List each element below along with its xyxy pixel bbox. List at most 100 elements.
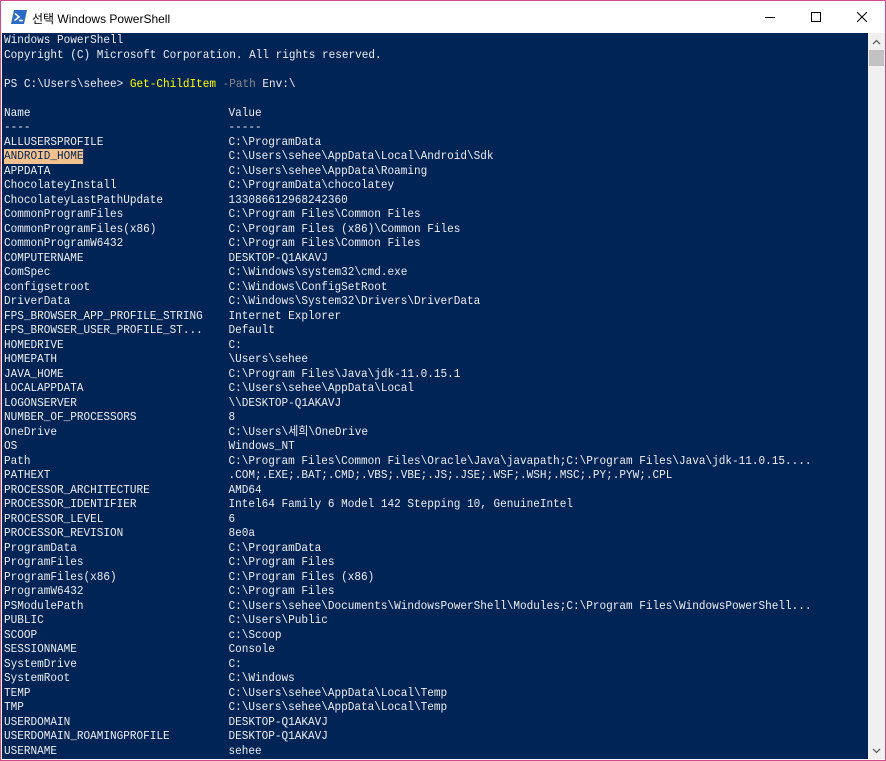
env-var-value: C:\Program Files\Java\jdk-11.0.15.1 <box>228 366 461 381</box>
env-var-row: ChocolateyLastPathUpdate 1330866129682423… <box>4 193 382 208</box>
maximize-icon <box>811 12 821 22</box>
env-var-name: ProgramData <box>4 540 77 555</box>
env-var-row: CommonProgramFiles C:\Program Files\Commo… <box>4 207 421 222</box>
parameter-text: -Path <box>222 76 256 91</box>
env-var-name: ProgramW6432 <box>4 584 84 598</box>
env-var-name: USERDOMAIN_ROAMINGPROFILE <box>4 729 170 743</box>
env-var-name: OS <box>4 439 18 453</box>
env-var-name: Path <box>4 453 31 468</box>
title-bar[interactable]: 선택 Windows PowerShell <box>1 1 885 33</box>
env-var-value: 133086612968242360 <box>228 192 348 207</box>
env-var-name: JAVA_HOME <box>4 366 64 381</box>
env-var-name: NUMBER_OF_PROCESSORS <box>4 410 137 424</box>
env-var-value: 8 <box>228 410 236 424</box>
powershell-icon <box>11 10 27 24</box>
command-text: Get-ChildItem <box>129 76 217 91</box>
env-var-name: PATHEXT <box>4 468 51 482</box>
env-var-name: ProgramFiles <box>4 555 84 569</box>
env-var-value: C: <box>228 337 242 352</box>
window-title: 선택 Windows PowerShell <box>32 12 171 26</box>
env-var-row: TEMP C:\Users\sehee\AppData\Local\Temp <box>4 685 447 701</box>
chevron-down-icon <box>872 748 881 753</box>
env-var-name: USERNAME <box>4 743 58 758</box>
close-icon <box>857 12 867 22</box>
env-var-row: PROCESSOR_REVISION 8e0a <box>4 526 382 541</box>
env-var-row: COMPUTERNAME DESKTOP-Q1AKAVJ <box>4 251 382 266</box>
env-var-row: JAVA_HOME C:\Program Files\Java\jdk-11.0.… <box>4 366 460 382</box>
env-var-name: PROCESSOR_LEVEL <box>4 511 104 526</box>
table-header: Name Value <box>4 106 382 121</box>
env-var-value: C:\Users\sehee\AppData\Local\Temp <box>228 685 448 700</box>
env-var-row: HOMEPATH \Users\sehee <box>4 352 382 367</box>
env-var-name: configsetroot <box>4 279 91 294</box>
env-var-row: SCOOP c:\Scoop <box>4 628 382 643</box>
env-var-name: DriverData <box>4 294 71 308</box>
env-var-row: SystemDrive C: <box>4 657 382 672</box>
maximize-button[interactable] <box>793 1 839 33</box>
env-var-value: sehee <box>228 743 262 758</box>
console-output[interactable]: Windows PowerShell Copyright (C) Microso… <box>2 33 868 759</box>
minimize-button[interactable] <box>747 1 793 33</box>
env-var-value: \\DESKTOP-Q1AKAVJ <box>228 395 342 410</box>
env-var-row: ProgramFiles C:\Program Files <box>4 555 382 570</box>
env-var-name: ANDROID_HOME <box>4 149 84 164</box>
env-var-value: \Users\sehee <box>228 352 308 366</box>
env-var-name: OneDrive <box>4 424 58 439</box>
env-var-name: PROCESSOR_REVISION <box>4 526 124 540</box>
close-button[interactable] <box>839 1 885 33</box>
env-var-row: PSModulePath C:\Users\sehee\Documents\Win… <box>4 598 811 614</box>
env-var-name: TEMP <box>4 685 31 700</box>
env-var-name: PSModulePath <box>4 598 84 613</box>
env-var-name: ChocolateyInstall <box>4 178 117 192</box>
env-var-value: C:\ProgramData <box>228 134 322 149</box>
scrollbar-thumb[interactable] <box>869 50 884 66</box>
env-var-row: Path C:\Program Files\Common Files\Oracle… <box>4 453 811 469</box>
env-var-name: USERDOMAIN <box>4 714 71 729</box>
env-var-value: C:\ProgramData\chocolatey <box>228 178 395 192</box>
env-var-row: USERDOMAIN_ROAMINGPROFILE DESKTOP-Q1AKAVJ <box>4 729 382 744</box>
header-name-rule: ---- <box>4 120 31 134</box>
scroll-down-button[interactable] <box>868 742 885 759</box>
banner-line: Copyright (C) Microsoft Corporation. All… <box>4 47 382 62</box>
env-var-name: PUBLIC <box>4 613 44 627</box>
env-var-name: ProgramFiles(x86) <box>4 569 117 584</box>
env-var-row: LOCALAPPDATA C:\Users\sehee\AppData\Local <box>4 381 414 396</box>
env-var-row: SESSIONNAME Console <box>4 642 382 657</box>
env-var-value: C:\Program Files\Common Files\Oracle\Jav… <box>228 453 812 468</box>
env-var-value: C:\Users\sehee\AppData\Local\Android\Sdk <box>228 149 494 163</box>
env-var-value: Windows_NT <box>228 439 295 453</box>
prompt-line: PS C:\Users\sehee> Get-ChildItem -Path E… <box>4 77 382 92</box>
env-var-name: HOMEPATH <box>4 352 58 366</box>
env-var-row: PROCESSOR_LEVEL 6 <box>4 512 382 527</box>
env-var-value: Console <box>228 642 275 656</box>
env-var-row: ProgramData C:\ProgramData <box>4 541 382 556</box>
vertical-scrollbar[interactable] <box>868 33 885 759</box>
env-var-value: C: <box>228 656 242 671</box>
env-var-row: ALLUSERSPROFILE C:\ProgramData <box>4 135 382 150</box>
env-var-row: ComSpec C:\Windows\system32\cmd.exe <box>4 265 407 280</box>
env-var-value: C:\Program Files <box>228 555 335 569</box>
env-var-row: CommonProgramW6432 C:\Program Files\Commo… <box>4 236 421 251</box>
minimize-icon <box>765 17 775 18</box>
env-var-value: C:\Users\sehee\AppData\Local\Temp <box>228 700 448 714</box>
env-var-name: HOMEDRIVE <box>4 337 64 352</box>
env-var-row: PUBLIC C:\Users\Public <box>4 613 382 628</box>
env-var-name: COMPUTERNAME <box>4 250 84 265</box>
env-var-name: SCOOP <box>4 627 38 642</box>
env-var-name: ComSpec <box>4 265 51 279</box>
env-var-value: C:\Users\sehee\AppData\Roaming <box>228 163 428 178</box>
env-var-value: C:\Users\세희\OneDrive <box>228 424 369 439</box>
scroll-up-button[interactable] <box>868 33 885 50</box>
env-var-row: USERDOMAIN DESKTOP-Q1AKAVJ <box>4 715 382 730</box>
env-var-value: Internet Explorer <box>228 308 342 323</box>
env-var-name: FPS_BROWSER_USER_PROFILE_ST... <box>4 323 203 337</box>
env-var-row: PATHEXT .COM;.EXE;.BAT;.CMD;.VBS;.VBE;.JS… <box>4 468 672 483</box>
env-var-name: CommonProgramW6432 <box>4 236 124 250</box>
env-var-name: SystemDrive <box>4 656 77 671</box>
env-var-row: NUMBER_OF_PROCESSORS 8 <box>4 410 382 425</box>
env-var-value: C:\ProgramData <box>228 540 322 555</box>
env-var-row: PROCESSOR_IDENTIFIER Intel64 Family 6 Mod… <box>4 497 573 512</box>
env-var-value: C:\Users\Public <box>228 613 328 627</box>
env-var-value: C:\Windows <box>228 671 295 685</box>
